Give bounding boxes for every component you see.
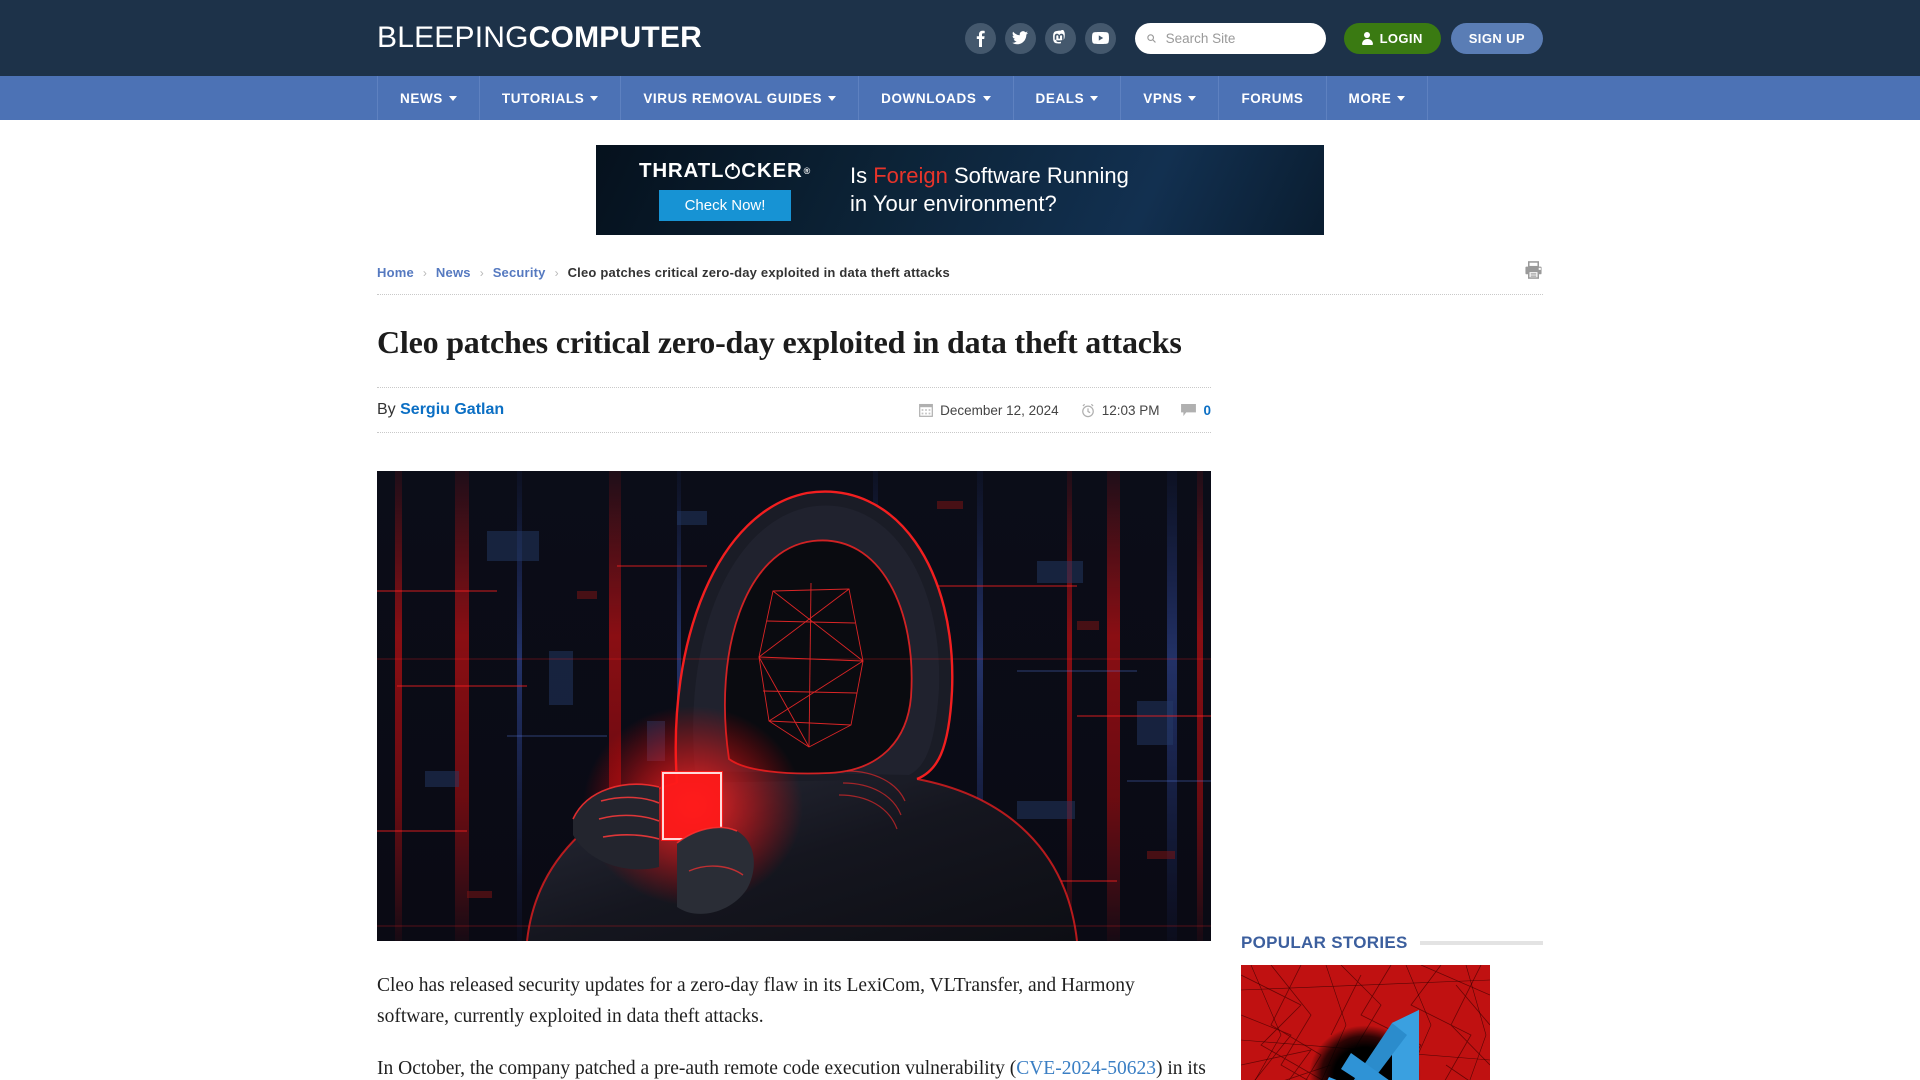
vscode-logo-thumbnail <box>1241 965 1490 1080</box>
nav-item-label: VIRUS REMOVAL GUIDES <box>643 90 823 106</box>
ad-headline-pre: Is <box>850 162 874 188</box>
login-button[interactable]: LOGIN <box>1343 22 1441 54</box>
breadcrumb-link-security[interactable]: Security <box>493 265 546 280</box>
alarm-clock-icon <box>1081 403 1094 418</box>
ad-brand-logo: THR ATL CKER ® <box>639 159 811 183</box>
chevron-down-icon <box>1090 95 1099 101</box>
nav-item-label: TUTORIALS <box>501 90 585 106</box>
calendar-icon <box>919 404 934 418</box>
chevron-down-icon <box>982 95 991 101</box>
site-logo[interactable]: BLEEPINGCOMPUTER <box>377 21 702 55</box>
nav-item-news[interactable]: NEWS <box>378 76 480 120</box>
nav-item-tutorials[interactable]: TUTORIALS <box>480 76 622 120</box>
publish-date: December 12, 2024 <box>919 403 1059 418</box>
article-paragraph: In October, the company patched a pre-au… <box>377 1054 1211 1080</box>
nav-item-label: MORE <box>1348 90 1392 106</box>
breadcrumb-link-news[interactable]: News <box>436 265 471 280</box>
leaderboard-ad-container: THR ATL CKER ® Check Now! Is Foreign Softwa… <box>377 120 1543 235</box>
youtube-icon[interactable] <box>1084 22 1116 54</box>
sidebar: POPULAR STORIES <box>1241 295 1543 1080</box>
article-text: Cleo has released security updates for a… <box>377 975 1135 1027</box>
breadcrumb: Home › News › Security › Cleo patches critical… <box>377 235 1543 295</box>
search-input[interactable] <box>1163 29 1314 47</box>
signup-button[interactable]: SIGN UP <box>1450 22 1543 54</box>
ad-headline-line2: in Your environment? <box>850 191 1057 216</box>
nav-item-forums[interactable]: FORUMS <box>1219 76 1327 120</box>
padlock-o-icon <box>725 163 741 179</box>
ad-brand-registered: ® <box>803 166 811 176</box>
article-body: Cleo has released security updates for a… <box>377 971 1211 1080</box>
breadcrumb-separator: › <box>422 265 427 280</box>
hero-illustration <box>377 471 1211 942</box>
printer-icon[interactable] <box>1524 261 1543 284</box>
twitter-icon[interactable] <box>1004 22 1036 54</box>
login-button-label: LOGIN <box>1379 30 1423 46</box>
ad-headline: Is Foreign Software Running in Your envi… <box>844 162 1129 218</box>
nav-item-label: FORUMS <box>1241 90 1304 106</box>
breadcrumb-current: Cleo patches critical zero-day exploited… <box>567 265 950 280</box>
search-icon <box>1146 33 1156 43</box>
breadcrumb-separator: › <box>554 265 559 280</box>
chevron-down-icon <box>1397 95 1406 101</box>
comment-icon <box>1181 403 1197 416</box>
facebook-icon[interactable] <box>964 22 996 54</box>
chevron-down-icon <box>590 95 599 101</box>
social-links <box>964 22 1116 54</box>
popular-story-thumbnail[interactable] <box>1241 965 1490 1080</box>
popular-stories-header: POPULAR STORIES <box>1241 933 1543 953</box>
publish-time: 12:03 PM <box>1081 402 1160 418</box>
ad-brand-pre: THR <box>639 159 684 182</box>
article-text: In October, the company patched a pre-au… <box>377 1057 1017 1079</box>
threatlocker-ad[interactable]: THR ATL CKER ® Check Now! Is Foreign Softwa… <box>596 145 1324 235</box>
nav-item-more[interactable]: MORE <box>1327 76 1429 120</box>
nav-item-label: VPNS <box>1143 90 1183 106</box>
logo-text-bold: COMPUTER <box>528 21 702 54</box>
chevron-down-icon <box>828 95 837 101</box>
publish-time-text: 12:03 PM <box>1101 402 1160 418</box>
popular-stories-rule <box>1419 941 1543 945</box>
comment-count-value[interactable]: 0 <box>1203 403 1211 418</box>
nav-item-deals[interactable]: DEALS <box>1014 76 1122 120</box>
chevron-down-icon <box>448 95 457 101</box>
article-byline-row: By Sergiu Gatlan December 12, 2024 12:03… <box>377 387 1211 434</box>
nav-item-virus-removal-guides[interactable]: VIRUS REMOVAL GUIDES <box>621 76 860 120</box>
byline-prefix: By <box>377 401 396 419</box>
ad-cta-button[interactable]: Check Now! <box>658 190 792 221</box>
author-link[interactable]: Sergiu Gatlan <box>400 401 504 418</box>
byline: By Sergiu Gatlan <box>377 401 504 419</box>
ad-headline-highlight: Foreign <box>873 162 948 188</box>
main-navigation: NEWS TUTORIALS VIRUS REMOVAL GUIDES DOWNLOA… <box>0 76 1920 120</box>
nav-item-downloads[interactable]: DOWNLOADS <box>859 76 1014 120</box>
site-header: BLEEPINGCOMPUTER Search Site LOGIN SIGN … <box>0 0 1920 76</box>
sidebar-ad-slot <box>1241 323 1543 933</box>
article-paragraph: Cleo has released security updates for a… <box>377 971 1211 1031</box>
nav-item-vpns[interactable]: VPNS <box>1121 76 1220 120</box>
nav-item-label: DOWNLOADS <box>881 90 977 106</box>
chevron-down-icon <box>1188 95 1197 101</box>
publish-date-text: December 12, 2024 <box>940 402 1059 418</box>
breadcrumb-link-home[interactable]: Home <box>377 265 414 280</box>
article-inline-link[interactable]: CVE-2024-50623 <box>1016 1058 1156 1079</box>
article-main-column: Cleo patches critical zero-day exploited… <box>377 295 1211 1080</box>
breadcrumb-separator: › <box>479 265 484 280</box>
ad-brand-post: CKER <box>741 159 803 182</box>
signup-button-label: SIGN UP <box>1468 30 1525 46</box>
article-hero-image <box>377 471 1211 942</box>
user-icon <box>1361 31 1373 45</box>
comment-count[interactable]: 0 <box>1181 403 1211 418</box>
nav-item-label: NEWS <box>400 90 443 106</box>
logo-text-light: BLEEPING <box>377 21 529 54</box>
mastodon-icon[interactable] <box>1044 22 1076 54</box>
ad-brand-mid: ATL <box>683 159 725 182</box>
popular-stories-title: POPULAR STORIES <box>1241 933 1408 952</box>
nav-item-label: DEALS <box>1035 90 1085 106</box>
search-box[interactable] <box>1134 22 1326 54</box>
ad-headline-post: Software Running <box>947 162 1129 188</box>
page-title: Cleo patches critical zero-day exploited… <box>377 324 1182 360</box>
